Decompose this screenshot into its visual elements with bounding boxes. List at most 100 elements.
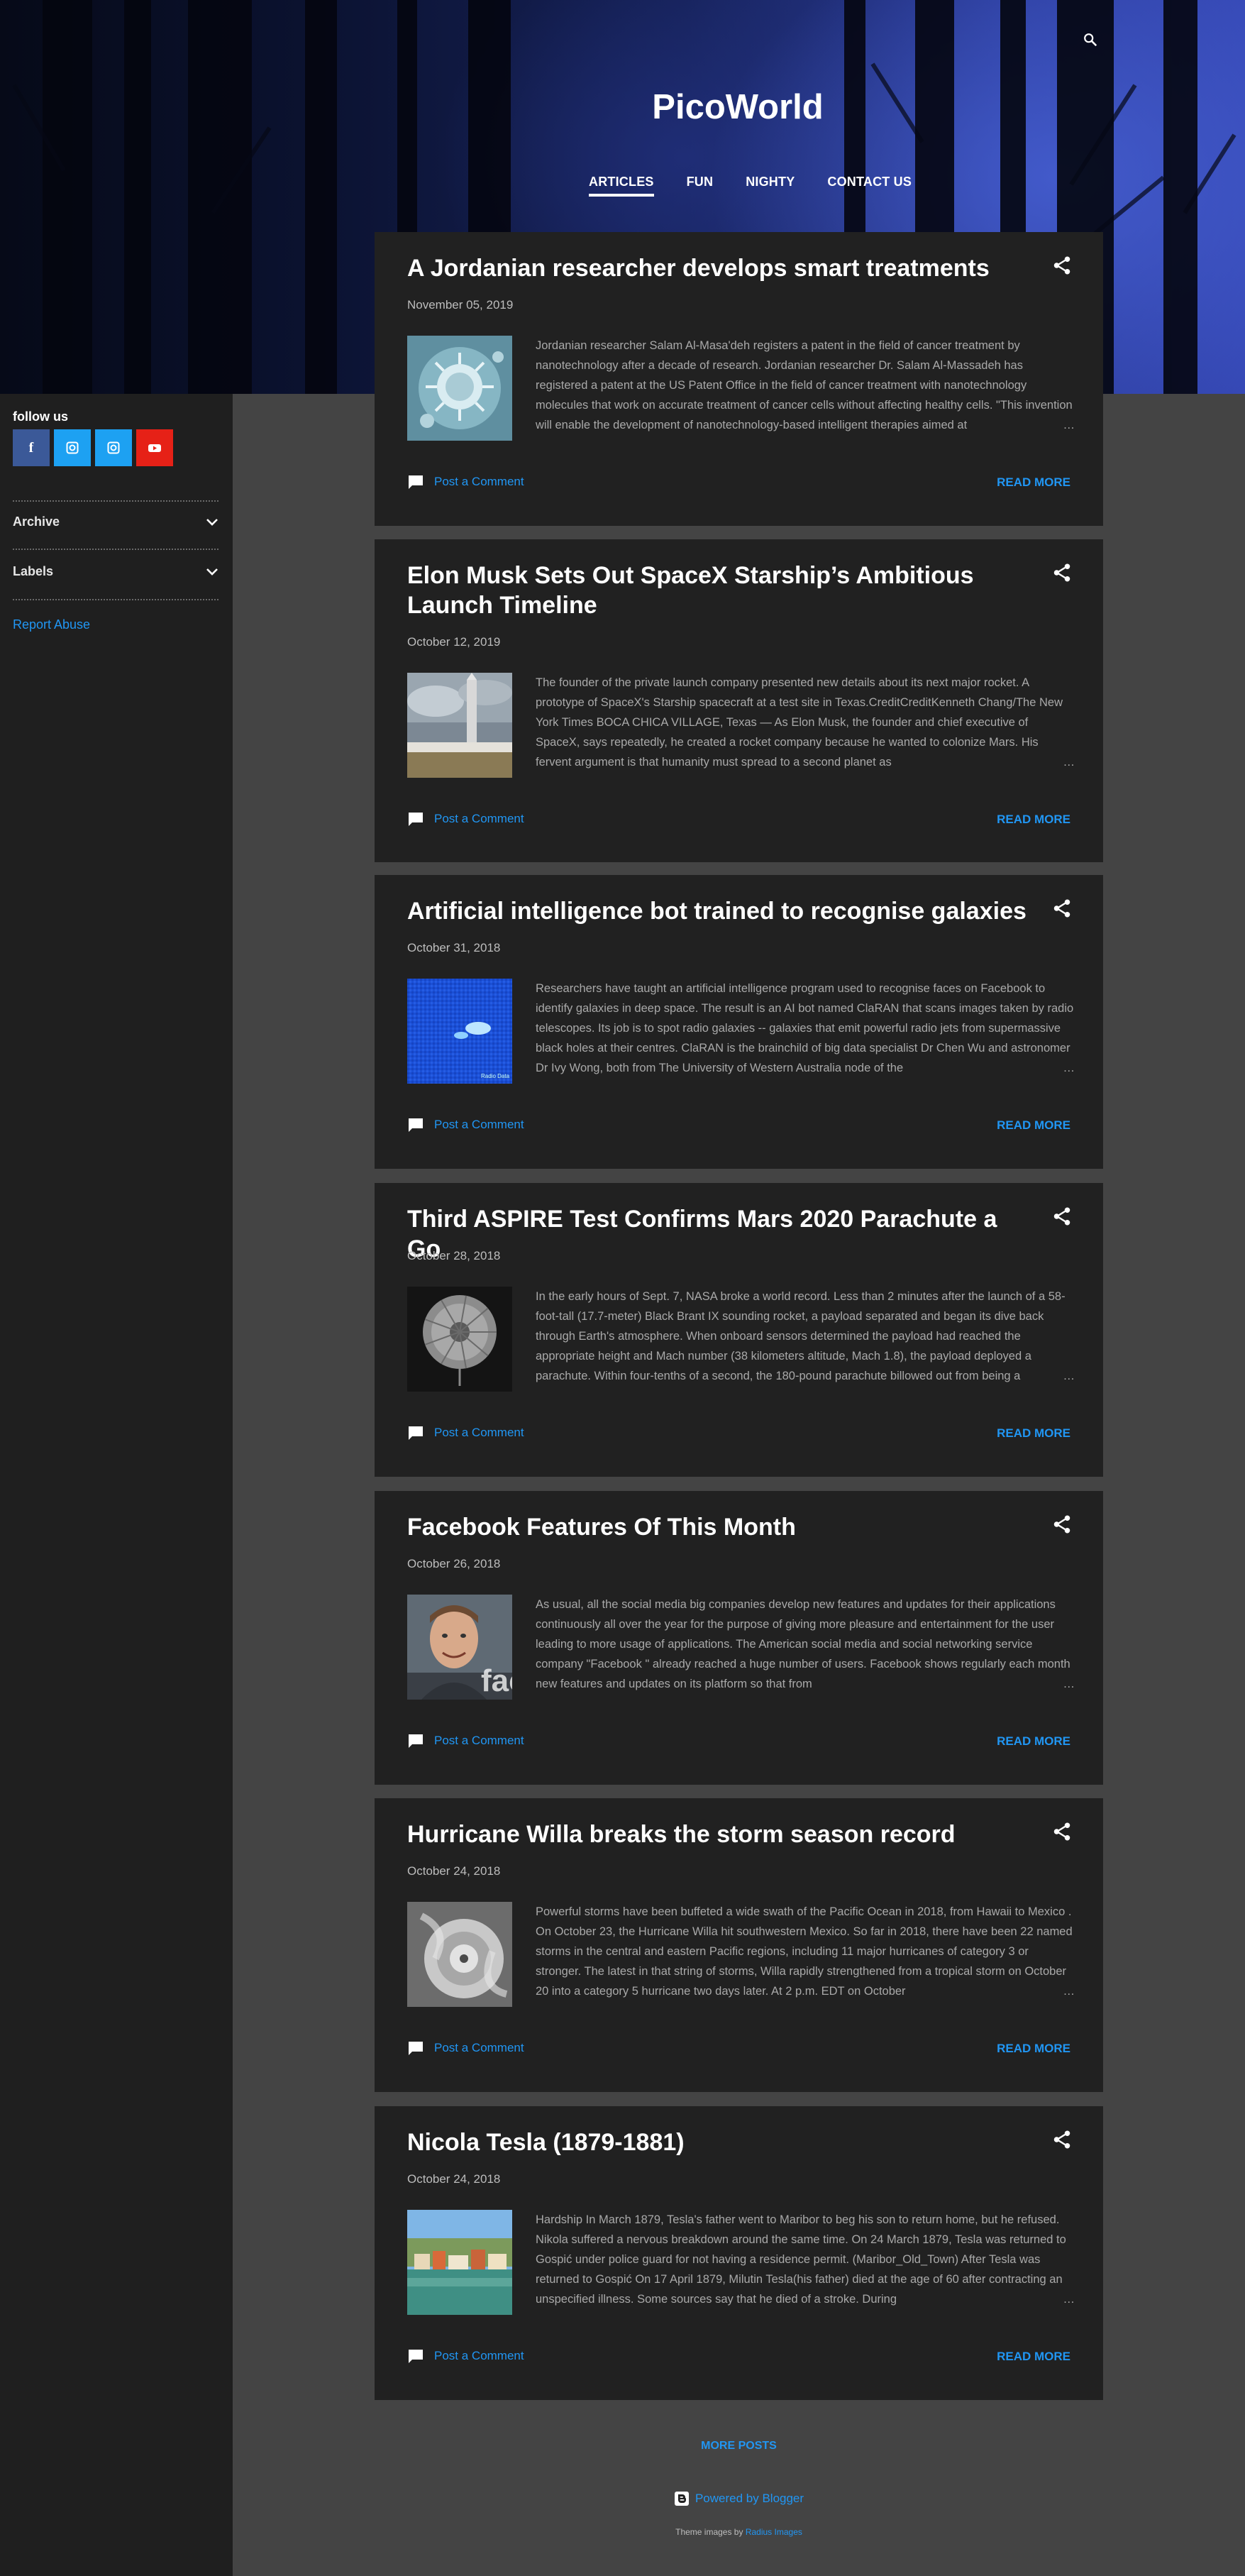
comment-label: Post a Comment	[434, 475, 524, 488]
post-title[interactable]: Hurricane Willa breaks the storm season …	[407, 1820, 1031, 1849]
search-button[interactable]	[1083, 32, 1104, 53]
post-a-comment-link[interactable]: Post a Comment	[407, 1117, 524, 1133]
read-more-link[interactable]: READ MORE	[997, 2042, 1070, 2056]
youtube-button[interactable]	[136, 429, 173, 466]
post-thumbnail[interactable]: Radio Data	[407, 979, 512, 1084]
archive-toggle[interactable]: Archive	[13, 514, 218, 529]
facebook-button[interactable]: f	[13, 429, 50, 466]
powered-by-label: Powered by Blogger	[695, 2492, 804, 2505]
read-more-link[interactable]: READ MORE	[997, 2350, 1070, 2364]
post-snippet: As usual, all the social media big compa…	[536, 1595, 1075, 1694]
share-button[interactable]	[1051, 562, 1074, 585]
instagram-button[interactable]	[54, 429, 91, 466]
thumbnail-image	[407, 336, 512, 441]
nav-fun[interactable]: FUN	[687, 175, 714, 197]
snippet-ellipsis: …	[1041, 1674, 1075, 1694]
post-thumbnail[interactable]	[407, 1902, 512, 2007]
site-title[interactable]: PicoWorld	[0, 87, 1245, 127]
theme-credit: Theme images by Radius Images	[375, 2527, 1103, 2537]
post-title[interactable]: Elon Musk Sets Out SpaceX Starship’s Amb…	[407, 561, 1031, 620]
comment-icon	[409, 2350, 423, 2363]
post-title[interactable]: Third ASPIRE Test Confirms Mars 2020 Par…	[407, 1204, 1031, 1264]
post-snippet-text: Powerful storms have been buffeted a wid…	[536, 1905, 1073, 1998]
post-snippet-text: As usual, all the social media big compa…	[536, 1598, 1070, 1690]
post-a-comment-link[interactable]: Post a Comment	[407, 1425, 524, 1441]
post-snippet: In the early hours of Sept. 7, NASA brok…	[536, 1287, 1075, 1386]
read-more-link[interactable]: READ MORE	[997, 1734, 1070, 1749]
post-snippet: Powerful storms have been buffeted a wid…	[536, 1902, 1075, 2001]
post-title[interactable]: Artificial intelligence bot trained to r…	[407, 896, 1031, 926]
post-title[interactable]: A Jordanian researcher develops smart tr…	[407, 253, 1031, 283]
read-more-link[interactable]: READ MORE	[997, 1118, 1070, 1133]
share-button[interactable]	[1051, 1821, 1074, 1844]
labels-toggle[interactable]: Labels	[13, 564, 218, 579]
main-nav: ARTICLES FUN NIGHTY CONTACT US	[589, 175, 944, 197]
post-card: A Jordanian researcher develops smart tr…	[375, 232, 1103, 526]
share-button[interactable]	[1051, 255, 1074, 277]
report-abuse-link[interactable]: Report Abuse	[13, 617, 90, 632]
facebook-icon: f	[28, 439, 34, 456]
read-more-link[interactable]: READ MORE	[997, 1426, 1070, 1441]
chevron-down-icon	[206, 518, 218, 526]
share-icon	[1053, 899, 1070, 918]
post-a-comment-link[interactable]: Post a Comment	[407, 1733, 524, 1749]
post-snippet-text: In the early hours of Sept. 7, NASA brok…	[536, 1290, 1066, 1382]
share-icon	[1053, 1515, 1070, 1534]
post-title[interactable]: Nicola Tesla (1879-1881)	[407, 2128, 1031, 2157]
share-button[interactable]	[1051, 2129, 1074, 2152]
nav-articles[interactable]: ARTICLES	[589, 175, 654, 197]
post-thumbnail[interactable]	[407, 1287, 512, 1392]
post-snippet: The founder of the private launch compan…	[536, 673, 1075, 772]
post-a-comment-link[interactable]: Post a Comment	[407, 2040, 524, 2056]
read-more-link[interactable]: READ MORE	[997, 813, 1070, 827]
nav-contact-us[interactable]: CONTACT US	[827, 175, 912, 197]
theme-credit-link[interactable]: Radius Images	[746, 2527, 802, 2537]
post-card: Nicola Tesla (1879-1881) October 24, 201…	[375, 2106, 1103, 2400]
blogger-icon	[674, 2492, 689, 2506]
post-card: Facebook Features Of This Month October …	[375, 1491, 1103, 1785]
post-snippet: Hardship In March 1879, Tesla's father w…	[536, 2210, 1075, 2309]
thumbnail-image: Radio Data	[407, 979, 512, 1084]
share-icon	[1053, 1822, 1070, 1841]
comment-icon	[409, 1426, 423, 1440]
thumbnail-image	[407, 1287, 512, 1392]
theme-credit-prefix: Theme images by	[675, 2527, 743, 2537]
post-date: November 05, 2019	[407, 298, 514, 312]
sidebar-divider	[13, 500, 218, 502]
share-button[interactable]	[1051, 1206, 1074, 1228]
search-icon	[1084, 33, 1097, 47]
comment-label: Post a Comment	[434, 2041, 524, 2054]
sidebar: follow us f Archive Labels Report Abuse	[0, 394, 233, 2576]
chevron-down-icon	[206, 568, 218, 576]
comment-label: Post a Comment	[434, 1118, 524, 1131]
share-icon	[1053, 2130, 1070, 2149]
post-card: Third ASPIRE Test Confirms Mars 2020 Par…	[375, 1183, 1103, 1477]
instagram-icon	[66, 441, 79, 454]
post-a-comment-link[interactable]: Post a Comment	[407, 474, 524, 490]
powered-by-blogger[interactable]: Powered by Blogger	[375, 2491, 1103, 2506]
share-button[interactable]	[1051, 898, 1074, 920]
more-posts-button[interactable]: MORE POSTS	[375, 2440, 1103, 2453]
post-thumbnail[interactable]	[407, 336, 512, 441]
share-button[interactable]	[1051, 1514, 1074, 1536]
post-snippet-text: The founder of the private launch compan…	[536, 676, 1063, 769]
post-date: October 24, 2018	[407, 2172, 501, 2186]
post-snippet-text: Hardship In March 1879, Tesla's father w…	[536, 2213, 1066, 2306]
instagram-button-2[interactable]	[95, 429, 132, 466]
follow-us-title: follow us	[13, 409, 68, 424]
post-title[interactable]: Facebook Features Of This Month	[407, 1512, 1031, 1542]
read-more-link[interactable]: READ MORE	[997, 475, 1070, 490]
thumb-overlay-text: fac	[481, 1663, 512, 1698]
post-date: October 31, 2018	[407, 941, 501, 954]
post-thumbnail[interactable]	[407, 2210, 512, 2315]
nav-nighty[interactable]: NIGHTY	[746, 175, 795, 197]
post-date: October 28, 2018	[407, 1249, 501, 1262]
post-snippet: Researchers have taught an artificial in…	[536, 979, 1075, 1078]
social-links: f	[13, 429, 173, 466]
instagram-icon	[107, 441, 120, 454]
post-thumbnail[interactable]	[407, 673, 512, 778]
youtube-icon	[148, 444, 161, 452]
post-thumbnail[interactable]: fac	[407, 1595, 512, 1700]
post-a-comment-link[interactable]: Post a Comment	[407, 2348, 524, 2364]
post-a-comment-link[interactable]: Post a Comment	[407, 811, 524, 827]
